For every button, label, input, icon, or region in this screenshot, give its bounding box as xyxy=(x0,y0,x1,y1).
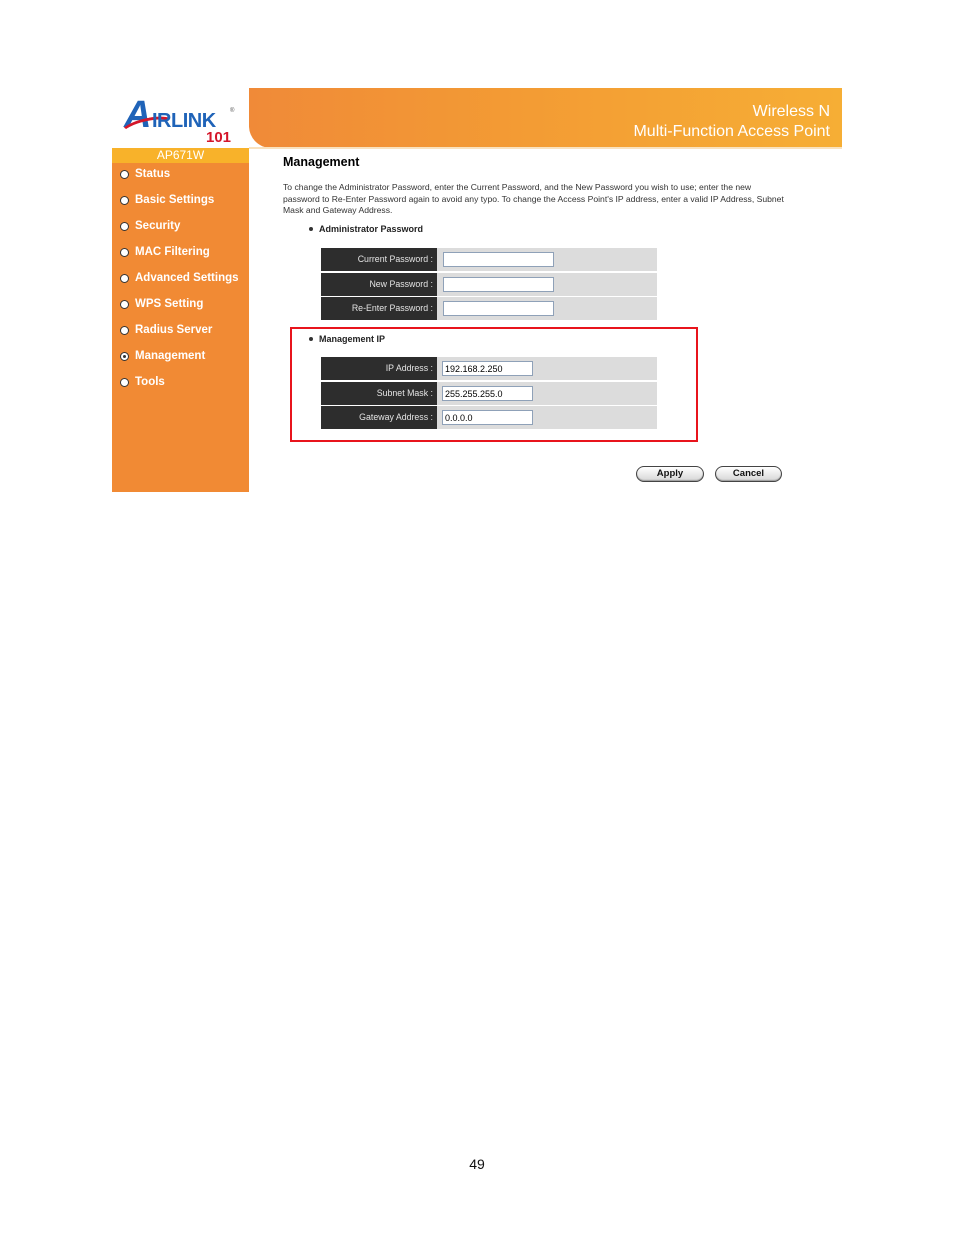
new-password-row: New Password : xyxy=(321,273,657,296)
radio-icon xyxy=(120,169,129,179)
sidebar-item-mac-filtering[interactable]: MAC Filtering xyxy=(120,244,210,260)
subnet-mask-row: Subnet Mask : xyxy=(321,382,657,405)
sidebar-nav: Status Basic Settings Security MAC Filte… xyxy=(112,163,249,492)
sidebar-item-advanced-settings[interactable]: Advanced Settings xyxy=(120,270,239,286)
radio-icon xyxy=(120,221,129,231)
airlink-logo: A IRLINK ® 101 xyxy=(112,88,249,148)
logo-number: 101 xyxy=(206,129,232,146)
sidebar-item-label: Basic Settings xyxy=(135,194,215,206)
apply-button[interactable]: Apply xyxy=(636,466,704,482)
sidebar-item-label: Tools xyxy=(135,376,165,388)
gateway-address-input[interactable] xyxy=(442,410,533,425)
ip-address-row: IP Address : xyxy=(321,357,657,380)
current-password-row: Current Password : xyxy=(321,248,657,271)
router-admin-screenshot: A IRLINK ® 101 Wireless N Multi-Function… xyxy=(112,88,842,492)
product-title: Wireless N Multi-Function Access Point xyxy=(633,102,830,142)
reenter-password-input[interactable] xyxy=(443,301,554,316)
radio-icon xyxy=(120,195,129,205)
cancel-button[interactable]: Cancel xyxy=(715,466,782,482)
subnet-mask-input[interactable] xyxy=(442,386,533,401)
bullet-icon xyxy=(309,227,313,231)
new-password-input[interactable] xyxy=(443,277,554,292)
field-label: Subnet Mask : xyxy=(321,382,437,405)
sidebar-item-label: MAC Filtering xyxy=(135,246,210,258)
page-number: 49 xyxy=(469,1156,485,1172)
management-ip-heading: Management IP xyxy=(309,334,385,344)
admin-password-heading: Administrator Password xyxy=(309,224,423,234)
section-label-text: Administrator Password xyxy=(319,224,424,234)
page-title: Management xyxy=(283,155,360,169)
field-label: IP Address : xyxy=(321,357,437,380)
field-label: Current Password : xyxy=(321,248,437,271)
field-label: Re-Enter Password : xyxy=(321,297,437,320)
sidebar-item-label: Radius Server xyxy=(135,324,213,336)
radio-icon xyxy=(120,299,129,309)
radio-icon xyxy=(120,247,129,257)
field-label: New Password : xyxy=(321,273,437,296)
radio-icon xyxy=(120,273,129,283)
registered-mark: ® xyxy=(230,108,235,114)
sidebar-item-security[interactable]: Security xyxy=(120,218,180,234)
header-banner: Wireless N Multi-Function Access Point xyxy=(249,88,842,148)
sidebar-item-label: Status xyxy=(135,168,171,180)
product-title-line2: Multi-Function Access Point xyxy=(633,123,830,140)
model-name: AP671W xyxy=(112,148,249,163)
sidebar-item-basic-settings[interactable]: Basic Settings xyxy=(120,192,214,208)
radio-icon xyxy=(120,377,129,387)
bullet-icon xyxy=(309,337,313,341)
ip-address-input[interactable] xyxy=(442,361,533,376)
sidebar-item-tools[interactable]: Tools xyxy=(120,374,165,390)
sidebar-item-label: Security xyxy=(135,220,181,232)
field-label: Gateway Address : xyxy=(321,406,437,429)
reenter-password-row: Re-Enter Password : xyxy=(321,297,657,320)
sidebar-item-radius-server[interactable]: Radius Server xyxy=(120,322,212,338)
radio-selected-icon xyxy=(120,351,129,361)
gateway-address-row: Gateway Address : xyxy=(321,406,657,429)
sidebar-item-management[interactable]: Management xyxy=(120,348,205,364)
section-label-text: Management IP xyxy=(319,334,386,344)
sidebar-item-label: WPS Setting xyxy=(135,298,204,310)
radio-icon xyxy=(120,325,129,335)
product-title-line1: Wireless N xyxy=(752,103,830,120)
sidebar-item-wps-setting[interactable]: WPS Setting xyxy=(120,296,203,312)
sidebar-item-label: Management xyxy=(135,350,206,362)
sidebar-item-label: Advanced Settings xyxy=(135,272,239,284)
sidebar-item-status[interactable]: Status xyxy=(120,166,170,182)
banner-divider xyxy=(249,147,842,149)
intro-text: To change the Administrator Password, en… xyxy=(283,182,784,215)
current-password-input[interactable] xyxy=(443,252,554,267)
